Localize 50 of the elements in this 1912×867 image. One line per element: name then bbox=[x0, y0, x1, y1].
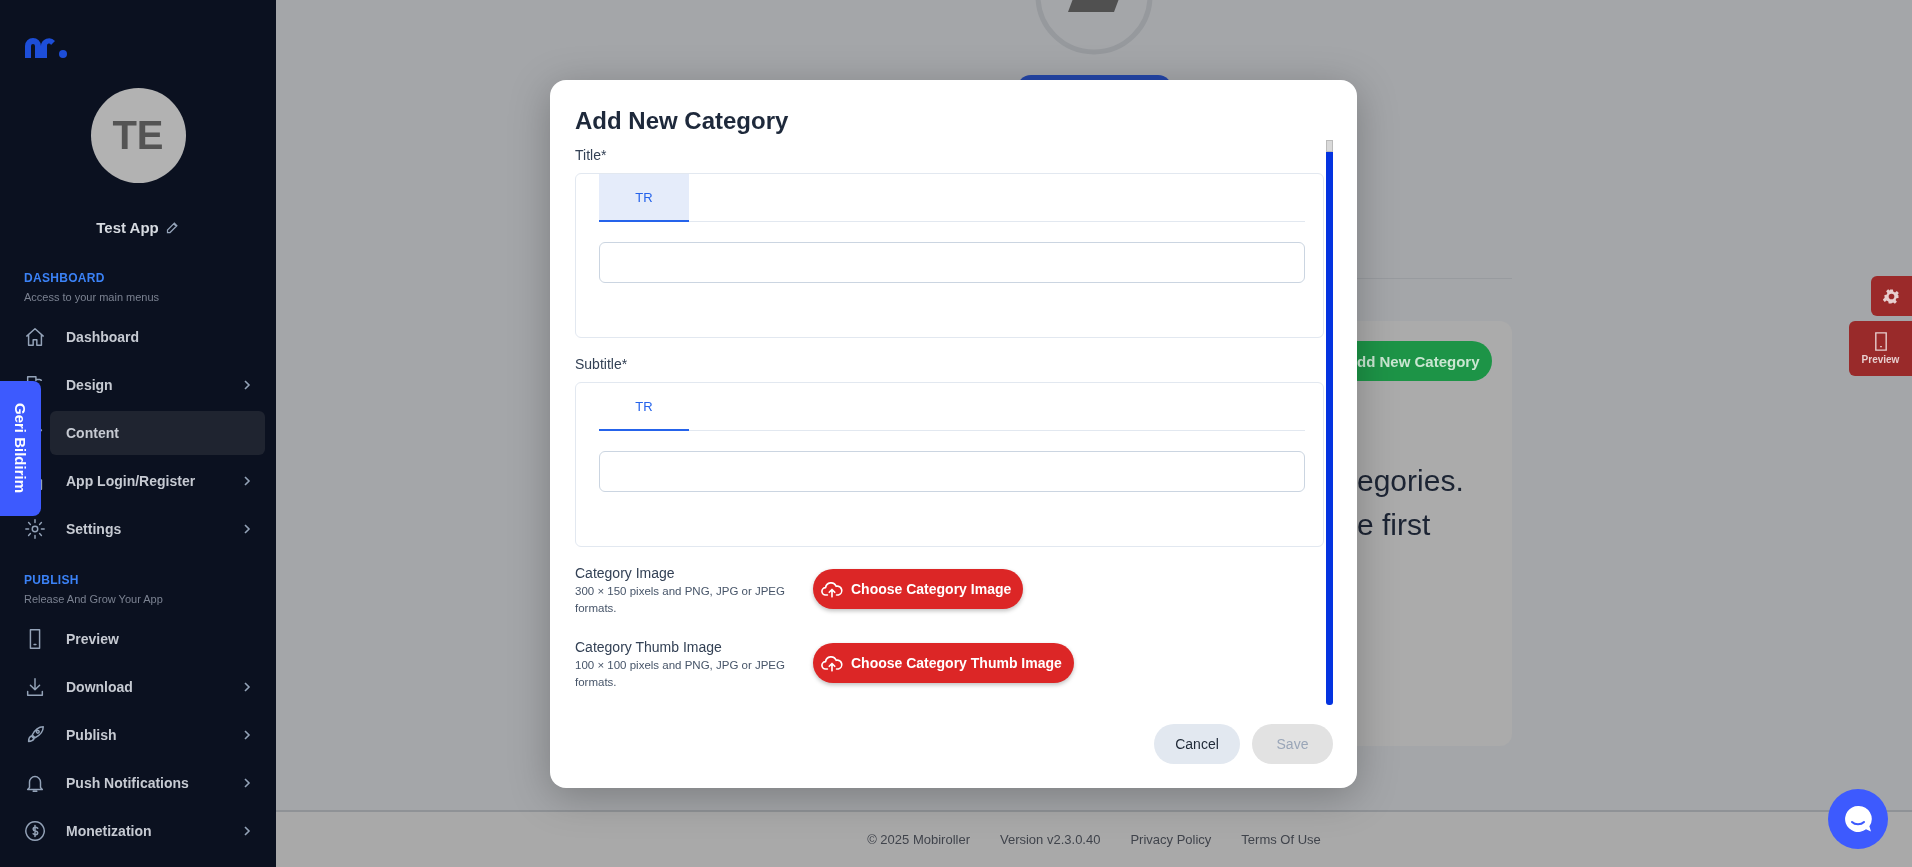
logo-icon bbox=[23, 36, 69, 60]
nav-item[interactable]: App Login/Register bbox=[50, 459, 265, 503]
scrollbar[interactable] bbox=[1326, 140, 1333, 705]
nav-item[interactable]: Push Notifications bbox=[50, 761, 265, 805]
upload-button[interactable]: Choose Category Thumb Image bbox=[813, 643, 1074, 683]
nav-item[interactable]: Design bbox=[50, 363, 265, 407]
text-field[interactable] bbox=[599, 242, 1305, 283]
nav-item[interactable]: Publish bbox=[50, 713, 265, 757]
nav-item[interactable]: Monetization bbox=[50, 809, 265, 853]
preview-button[interactable]: Preview bbox=[1849, 321, 1912, 376]
section-subtitle: Release And Grow Your App bbox=[24, 593, 164, 605]
section-subtitle: Access to your main menus bbox=[24, 291, 161, 303]
section-title: DASHBOARD bbox=[24, 271, 106, 285]
cloud-upload-icon bbox=[821, 653, 843, 673]
field-label: Subtitle* bbox=[575, 356, 629, 372]
cloud-upload-icon bbox=[821, 579, 843, 599]
footer-link[interactable]: Terms Of Use bbox=[1241, 832, 1321, 847]
settings-button[interactable] bbox=[1871, 276, 1912, 316]
nav-item[interactable]: Download bbox=[50, 665, 265, 709]
empty-message: egories. bbox=[1357, 463, 1465, 499]
upload-label: Category Image bbox=[575, 565, 676, 581]
upload-label: Category Thumb Image bbox=[575, 639, 723, 655]
upload-hint: 100 × 100 pixels and PNG, JPG or JPEG formats. bbox=[575, 658, 786, 690]
home-icon bbox=[24, 326, 46, 348]
cancel-button[interactable]: Cancel bbox=[1154, 724, 1240, 764]
modal-title: Add New Category bbox=[575, 106, 790, 136]
footer-text: © 2025 Mobiroller bbox=[867, 832, 970, 847]
nav-item[interactable]: Content bbox=[50, 411, 265, 455]
download-icon bbox=[24, 676, 46, 698]
field-label: Title* bbox=[575, 147, 608, 163]
phone-icon bbox=[1873, 332, 1888, 351]
app-avatar: TE bbox=[90, 88, 186, 183]
language-tab[interactable]: TR bbox=[599, 174, 689, 222]
feedback-tab[interactable]: Geri Bildirim bbox=[0, 381, 41, 516]
nav-item[interactable]: Dashboard bbox=[50, 315, 265, 359]
chat-button[interactable] bbox=[1828, 789, 1888, 849]
chat-bubble-icon bbox=[1843, 804, 1873, 834]
footer-link[interactable]: Privacy Policy bbox=[1130, 832, 1212, 847]
footer-text: Version v2.3.0.40 bbox=[999, 832, 1101, 847]
upload-hint: 300 × 150 pixels and PNG, JPG or JPEG formats. bbox=[575, 584, 786, 616]
edit-icon[interactable] bbox=[164, 220, 180, 235]
app-name: Test App bbox=[96, 219, 159, 236]
nav-item[interactable]: Preview bbox=[50, 617, 265, 661]
upload-button[interactable]: Choose Category Image bbox=[813, 569, 1024, 609]
dollar-icon bbox=[24, 820, 46, 842]
language-tab[interactable]: TR bbox=[599, 383, 689, 431]
empty-message: e first bbox=[1357, 507, 1432, 543]
text-field[interactable] bbox=[599, 451, 1305, 492]
nav-item[interactable]: Settings bbox=[50, 507, 265, 551]
section-title: PUBLISH bbox=[24, 573, 80, 587]
